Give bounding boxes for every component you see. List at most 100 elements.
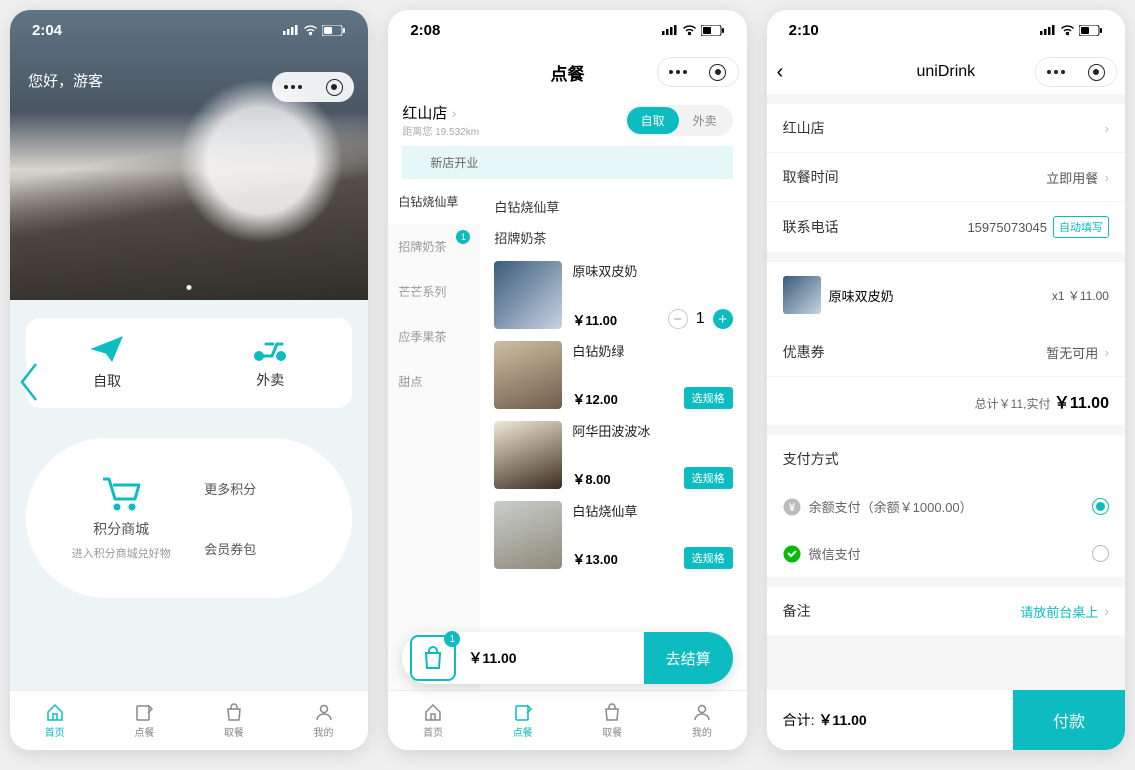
tab-label: 点餐 xyxy=(134,724,154,739)
bag-icon xyxy=(224,702,244,722)
product-item[interactable]: 阿华田波波冰 ￥8.00选规格 xyxy=(494,415,732,495)
pickup-time-row[interactable]: 取餐时间 立即用餐› xyxy=(767,152,1125,201)
close-icon[interactable] xyxy=(1088,64,1105,81)
tab-pickup[interactable]: 取餐 xyxy=(567,691,657,750)
qty-value: 1 xyxy=(696,310,705,328)
points-mall-button[interactable]: 积分商城 进入积分商城兑好物 xyxy=(38,475,204,561)
battery-icon xyxy=(701,25,725,36)
pay-button[interactable]: 付款 xyxy=(1013,690,1125,750)
cat-item[interactable]: 甜点 xyxy=(388,359,480,404)
capsule-button[interactable] xyxy=(657,57,739,87)
cat-label: 招牌奶茶 xyxy=(398,240,446,254)
row-label: 备注 xyxy=(783,601,811,621)
row-label: 优惠券 xyxy=(783,342,825,362)
spec-button[interactable]: 选规格 xyxy=(684,467,733,489)
signal-icon xyxy=(1040,25,1056,35)
spec-button[interactable]: 选规格 xyxy=(684,387,733,409)
pager-dot xyxy=(187,285,192,290)
screen-home: 2:04 您好，游客 自取 外卖 xyxy=(10,10,368,750)
toggle-delivery[interactable]: 外卖 xyxy=(679,107,731,134)
close-icon[interactable] xyxy=(709,64,726,81)
section-title: 支付方式 xyxy=(783,449,839,469)
more-icon[interactable] xyxy=(284,85,302,89)
tab-order[interactable]: 点餐 xyxy=(100,691,190,750)
balance-pay-row[interactable]: ¥ 余额支付（余额￥1000.00） xyxy=(767,483,1125,530)
autofill-button[interactable]: 自动填写 xyxy=(1053,216,1109,238)
tab-mine[interactable]: 我的 xyxy=(657,691,747,750)
back-button[interactable]: ‹ xyxy=(777,61,784,84)
store-select[interactable]: 红山店 › 距离您 19.532km xyxy=(402,102,479,138)
order-icon xyxy=(134,702,154,722)
tab-home[interactable]: 首页 xyxy=(10,691,100,750)
more-icon[interactable] xyxy=(669,70,687,74)
cat-item[interactable]: 芒芒系列 xyxy=(388,269,480,314)
chevron-right-icon: › xyxy=(1104,120,1109,136)
delivery-button[interactable]: 外卖 xyxy=(252,336,288,390)
wechat-pay-row[interactable]: 微信支付 xyxy=(767,530,1125,577)
hero-banner[interactable]: 您好，游客 xyxy=(10,10,368,300)
tab-home[interactable]: 首页 xyxy=(388,691,478,750)
order-item-qty: x1 xyxy=(1052,289,1065,303)
cart-button[interactable]: 1 xyxy=(410,635,456,681)
product-price: ￥11.00 xyxy=(572,310,617,329)
checkout-button[interactable]: 去结算 xyxy=(644,632,733,684)
bag-icon xyxy=(602,702,622,722)
store-row[interactable]: 红山店 › xyxy=(767,104,1125,152)
toggle-pickup[interactable]: 自取 xyxy=(627,107,679,134)
note-row[interactable]: 备注 请放前台桌上› xyxy=(767,587,1125,635)
product-name: 白钻奶绿 xyxy=(572,341,732,360)
section-header: 招牌奶茶 xyxy=(494,228,732,247)
product-thumb xyxy=(494,501,562,569)
more-points-link[interactable]: 更多积分 xyxy=(204,479,340,498)
tab-mine[interactable]: 我的 xyxy=(279,691,369,750)
plus-button[interactable]: + xyxy=(713,309,733,329)
product-item[interactable]: 白钻奶绿 ￥12.00选规格 xyxy=(494,335,732,415)
mode-toggle[interactable]: 自取 外卖 xyxy=(625,105,733,136)
status-indicators xyxy=(283,25,346,36)
cat-item[interactable]: 白钻烧仙草 xyxy=(388,179,480,224)
cat-item[interactable]: 应季果茶 xyxy=(388,314,480,359)
minus-button[interactable]: − xyxy=(668,309,688,329)
battery-icon xyxy=(1079,25,1103,36)
tab-label: 首页 xyxy=(45,724,65,739)
radio-selected[interactable] xyxy=(1092,498,1109,515)
tab-pickup[interactable]: 取餐 xyxy=(189,691,279,750)
status-time: 2:10 xyxy=(789,22,819,39)
product-item[interactable]: 白钻烧仙草 ￥13.00选规格 xyxy=(494,495,732,575)
mall-links: 更多积分 会员券包 xyxy=(204,438,340,598)
menu-body: 白钻烧仙草 招牌奶茶1 芒芒系列 应季果茶 甜点 白钻烧仙草 招牌奶茶 原味双皮… xyxy=(388,179,746,690)
promo-banner[interactable]: 新店开业 xyxy=(402,146,732,179)
payment-header: 支付方式 xyxy=(767,435,1125,483)
product-list[interactable]: 白钻烧仙草 招牌奶茶 原味双皮奶 ￥11.00 − 1 + xyxy=(480,179,746,690)
order-thumb xyxy=(783,276,821,314)
mall-card: 积分商城 进入积分商城兑好物 更多积分 会员券包 xyxy=(26,438,352,598)
row-label: 取餐时间 xyxy=(783,167,839,187)
chevron-left-icon[interactable] xyxy=(18,360,40,409)
store-block: 红山店 › 取餐时间 立即用餐› 联系电话 15975073045自动填写 xyxy=(767,104,1125,252)
coupon-wallet-link[interactable]: 会员券包 xyxy=(204,539,340,558)
wechat-icon xyxy=(783,545,801,563)
product-thumb xyxy=(494,421,562,489)
user-icon xyxy=(692,702,712,722)
product-item[interactable]: 原味双皮奶 ￥11.00 − 1 + xyxy=(494,255,732,335)
coupon-row[interactable]: 优惠券 暂无可用› xyxy=(767,328,1125,376)
home-body: 自取 外卖 积分商城 进入积分商城兑好物 更多积分 会员券包 xyxy=(10,300,368,690)
phone-row[interactable]: 联系电话 15975073045自动填写 xyxy=(767,201,1125,252)
order-icon xyxy=(513,702,533,722)
tab-order[interactable]: 点餐 xyxy=(478,691,568,750)
cart-icon xyxy=(99,475,143,513)
svg-text:¥: ¥ xyxy=(789,502,796,514)
note-value: 请放前台桌上 xyxy=(1020,602,1098,621)
cat-item[interactable]: 招牌奶茶1 xyxy=(388,224,480,269)
pickup-button[interactable]: 自取 xyxy=(90,335,124,391)
mode-card: 自取 外卖 xyxy=(26,318,352,408)
radio-unselected[interactable] xyxy=(1092,545,1109,562)
capsule-button[interactable] xyxy=(272,72,354,102)
more-icon[interactable] xyxy=(1047,70,1065,74)
capsule-button[interactable] xyxy=(1035,57,1117,87)
mall-title: 积分商城 xyxy=(93,519,149,539)
close-icon[interactable] xyxy=(326,79,343,96)
checkout-footer: 合计: ￥11.00 付款 xyxy=(767,690,1125,750)
spec-button[interactable]: 选规格 xyxy=(684,547,733,569)
row-label: 红山店 xyxy=(783,118,825,138)
